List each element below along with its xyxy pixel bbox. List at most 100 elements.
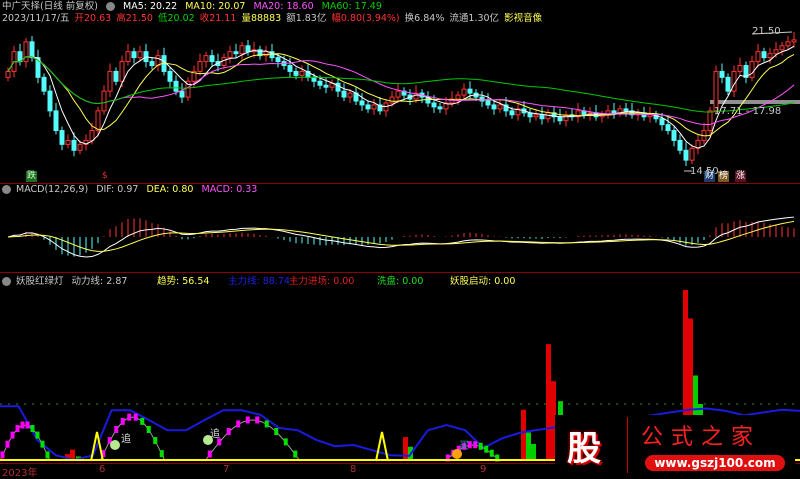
watermark-url: www.gszj100.com xyxy=(645,455,785,471)
candle-body xyxy=(347,92,353,98)
candle-body xyxy=(29,41,35,59)
candle-body xyxy=(461,88,467,96)
candle-body xyxy=(677,139,683,151)
buy-label: 买 xyxy=(459,441,469,452)
trend-block xyxy=(159,450,164,458)
ma20-line xyxy=(7,56,795,126)
dea-line xyxy=(7,220,795,252)
month-label: 8 xyxy=(350,464,357,475)
candle-body xyxy=(779,45,785,51)
macd-label[interactable]: MACD(12,26,9) xyxy=(16,184,88,195)
candle-body xyxy=(245,45,251,53)
green-bar xyxy=(531,443,536,461)
trend-block xyxy=(35,431,40,439)
candle-body xyxy=(179,90,185,98)
rank-badge[interactable]: 榜 xyxy=(718,171,730,182)
candle-body xyxy=(239,45,245,55)
trend-block xyxy=(5,440,10,448)
candle-body xyxy=(233,51,239,55)
watermark: 股 公式之家 www.gszj100.com xyxy=(555,415,795,473)
chase-fruit-icon xyxy=(110,440,120,450)
candle-body xyxy=(71,139,77,151)
collapse-icon[interactable] xyxy=(2,185,11,194)
candle-body xyxy=(749,61,755,78)
trend-block xyxy=(473,441,478,449)
red-bar xyxy=(403,437,408,461)
candle-body xyxy=(491,104,497,110)
trend-block xyxy=(264,420,269,428)
red-bar xyxy=(546,344,551,461)
candle-body xyxy=(611,110,617,114)
drop-badge[interactable]: 跌 xyxy=(26,171,38,182)
candle-body xyxy=(791,39,797,43)
chart-canvas[interactable] xyxy=(0,0,800,476)
wash-value: 洗盘: 0.00 xyxy=(377,276,424,287)
trend-block xyxy=(10,431,15,439)
red-bar xyxy=(521,409,526,461)
trend-block xyxy=(293,450,298,458)
candle-body xyxy=(497,104,503,110)
finance-badge[interactable]: 财 xyxy=(704,171,716,182)
candle-body xyxy=(623,108,629,112)
trend-block xyxy=(120,417,125,425)
candle-body xyxy=(209,55,215,63)
trend-block xyxy=(15,425,20,433)
month-label: 9 xyxy=(480,464,487,475)
candle-body xyxy=(389,96,395,104)
candle-body xyxy=(533,114,539,118)
candle-body xyxy=(737,65,743,72)
watermark-divider xyxy=(627,417,628,473)
candle-body xyxy=(65,139,71,145)
trend-block xyxy=(283,438,288,446)
candle-body xyxy=(227,51,233,59)
trend-block xyxy=(489,449,494,457)
candle-body xyxy=(725,76,731,92)
candle-body xyxy=(113,70,119,82)
indicator-header: 妖股红绿灯 动力线: 2.87 趋势: 56.54 主力线: 88.74 主力进… xyxy=(2,276,800,288)
candle-body xyxy=(59,130,65,145)
candle-body xyxy=(53,110,59,132)
limit-up-badge[interactable]: 涨 xyxy=(735,171,747,182)
month-label: 7 xyxy=(223,464,230,475)
candle-body xyxy=(311,76,317,82)
candle-body xyxy=(287,65,293,72)
candle-body xyxy=(719,70,725,78)
candle-body xyxy=(293,70,299,76)
month-label: 6 xyxy=(99,464,106,475)
candle-body xyxy=(23,41,29,63)
indicator-name[interactable]: 妖股红绿灯 xyxy=(16,276,64,287)
chase-label: 追 xyxy=(121,434,131,445)
candle-body xyxy=(317,80,323,86)
trend-block xyxy=(153,437,158,445)
candle-body xyxy=(557,116,563,122)
trend-block xyxy=(255,416,260,424)
trend-block xyxy=(133,413,138,421)
start-spike xyxy=(375,431,389,462)
macd-value: MACD: 0.33 xyxy=(201,184,258,195)
trend-block xyxy=(20,421,25,429)
candle-body xyxy=(455,94,461,100)
high-price-label: 21.50 xyxy=(752,26,781,37)
candle-body xyxy=(371,104,377,110)
trend-block xyxy=(484,445,489,453)
chase-label: 追 xyxy=(210,429,220,440)
trend-block xyxy=(207,450,212,458)
dollar-badge[interactable]: $ xyxy=(101,171,109,182)
trend-value: 趋势: 56.54 xyxy=(157,276,210,287)
candle-body xyxy=(137,51,143,59)
trend-block xyxy=(146,425,151,433)
candle-body xyxy=(467,88,473,94)
main-in-value: 主力进场: 0.00 xyxy=(289,276,355,287)
candle-body xyxy=(41,76,47,92)
trend-block xyxy=(0,451,5,459)
collapse-icon[interactable] xyxy=(2,277,11,286)
candle-body xyxy=(689,147,695,161)
main-line-value: 主力线: 88.74 xyxy=(228,276,290,287)
candle-body xyxy=(107,70,113,92)
month-label: 2023年 xyxy=(2,468,38,479)
ma10-line xyxy=(7,53,795,137)
trend-block xyxy=(478,442,483,450)
candle-body xyxy=(359,100,365,106)
candle-body xyxy=(773,49,779,55)
candle-body xyxy=(659,118,665,126)
